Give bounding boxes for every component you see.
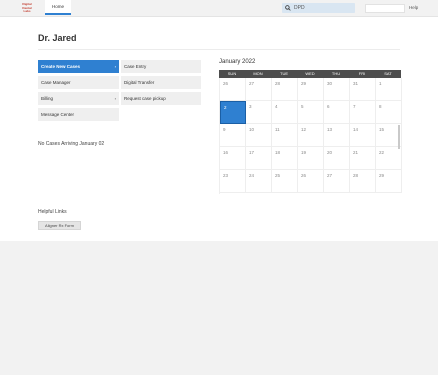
calendar-day-cell[interactable]: 3 xyxy=(246,101,272,124)
calendar-day-cell[interactable]: 12 xyxy=(298,124,324,147)
weekday-label: SUN xyxy=(227,71,237,76)
calendar-day-cell[interactable]: 22 xyxy=(376,147,402,170)
message-center-button[interactable]: Message Center xyxy=(38,108,119,122)
logo-line: Labs xyxy=(23,9,31,13)
page-title: Dr. Jared xyxy=(38,33,77,43)
calendar-day-cell[interactable]: 14 xyxy=(350,124,376,147)
calendar-day-cell[interactable]: 11 xyxy=(272,124,298,147)
menu-label: Case Manager xyxy=(41,80,71,85)
case-entry-button[interactable]: Case Entry xyxy=(121,60,201,74)
dashboard-panel: Dr. Jared Create New Cases › Case Manage… xyxy=(0,17,438,241)
calendar-day-cell[interactable]: 26 xyxy=(220,78,246,101)
calendar-weekday-header: SUN MON TUE WED THU FRI SAT xyxy=(219,70,401,78)
calendar-day-cell[interactable]: 23 xyxy=(220,170,246,193)
digital-transfer-button[interactable]: Digital Transfer xyxy=(121,76,201,90)
calendar-day-cell[interactable]: 7 xyxy=(350,101,376,124)
calendar-day-cell[interactable]: 5 xyxy=(298,101,324,124)
weekday-label: FRI xyxy=(358,71,366,76)
tab-home[interactable]: Home xyxy=(45,0,71,15)
chevron-right-icon: › xyxy=(114,96,116,101)
weekday-label: WED xyxy=(305,71,315,76)
calendar-day-cell[interactable]: 2 xyxy=(220,101,246,124)
menu-label: Create New Cases xyxy=(41,64,81,69)
calendar-day-cell[interactable]: 24 xyxy=(246,170,272,193)
calendar-day-cell[interactable]: 6 xyxy=(324,101,350,124)
billing-button[interactable]: Billing › xyxy=(38,92,119,106)
search-input[interactable]: DPD xyxy=(282,3,355,13)
calendar-day-cell[interactable]: 16 xyxy=(220,147,246,170)
weekday-label: SAT xyxy=(384,71,392,76)
case-manager-button[interactable]: Case Manager xyxy=(38,76,119,90)
calendar-day-cell[interactable]: 9 xyxy=(220,124,246,147)
calendar-day-cell[interactable]: 28 xyxy=(272,78,298,101)
calendar-day-cell[interactable]: 29 xyxy=(298,78,324,101)
calendar-day-cell[interactable]: 20 xyxy=(324,147,350,170)
calendar-day-cell[interactable]: 30 xyxy=(324,78,350,101)
calendar-day-cell[interactable]: 27 xyxy=(324,170,350,193)
calendar-day-cell[interactable]: 27 xyxy=(246,78,272,101)
calendar-day-cell[interactable]: 1 xyxy=(376,78,402,101)
menu-label: Message Center xyxy=(41,112,75,117)
calendar-day-cell[interactable]: 19 xyxy=(298,147,324,170)
calendar-day-cell[interactable]: 17 xyxy=(246,147,272,170)
calendar-day-cell[interactable]: 25 xyxy=(272,170,298,193)
search-icon xyxy=(285,5,291,11)
title-divider xyxy=(38,49,400,50)
calendar-day-cell[interactable]: 28 xyxy=(350,170,376,193)
top-navigation-bar: Digital Dental Labs Home DPD Help xyxy=(0,0,438,17)
help-link[interactable]: Help xyxy=(409,0,418,16)
calendar-day-cell[interactable]: 31 xyxy=(350,78,376,101)
company-logo[interactable]: Digital Dental Labs xyxy=(14,2,40,14)
calendar-title: January 2022 xyxy=(219,59,256,65)
calendar-day-cell[interactable]: 4 xyxy=(272,101,298,124)
calendar-scrollbar[interactable] xyxy=(398,125,400,149)
weekday-label: MON xyxy=(253,71,263,76)
calendar-day-cell[interactable]: 18 xyxy=(272,147,298,170)
calendar-day-cell[interactable]: 8 xyxy=(376,101,402,124)
helpful-links-heading: Helpful Links xyxy=(38,209,67,215)
calendar-day-cell[interactable]: 10 xyxy=(246,124,272,147)
weekday-label: TUE xyxy=(280,71,288,76)
menu-label: Billing xyxy=(41,96,54,101)
calendar-day-cell[interactable]: 29 xyxy=(376,170,402,193)
chevron-right-icon: › xyxy=(114,64,116,69)
calendar-grid: 26 27 28 29 30 31 1 2 3 4 5 6 7 8 9 10 11 12 13 14 15 16 17 18 1… xyxy=(219,78,402,194)
weekday-label: THU xyxy=(331,71,341,76)
request-pickup-button[interactable]: Request case pickup xyxy=(121,92,201,106)
calendar-day-cell[interactable]: 13 xyxy=(324,124,350,147)
menu-label: Case Entry xyxy=(124,64,147,69)
search-value: DPD xyxy=(294,5,305,11)
menu-label: Digital Transfer xyxy=(124,80,155,85)
calendar-day-cell[interactable]: 26 xyxy=(298,170,324,193)
create-new-cases-button[interactable]: Create New Cases › xyxy=(38,60,119,74)
no-cases-message: No Cases Arriving January 02 xyxy=(38,141,105,147)
aligner-rx-form-button[interactable]: Aligner Rx Form xyxy=(38,221,81,230)
user-field[interactable] xyxy=(365,4,405,13)
calendar-day-cell[interactable]: 21 xyxy=(350,147,376,170)
menu-label: Request case pickup xyxy=(124,96,166,101)
